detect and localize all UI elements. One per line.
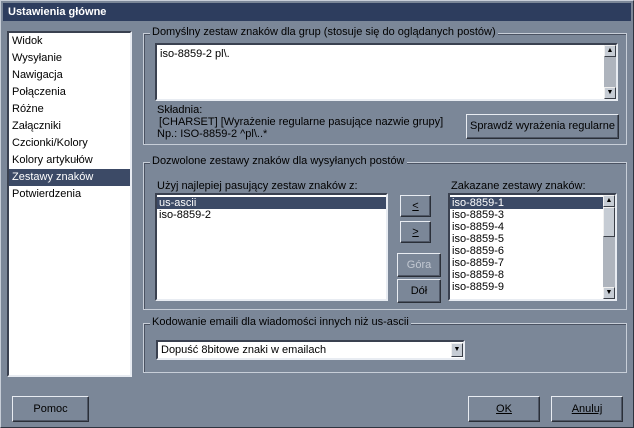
cancel-label: Anuluj (571, 403, 603, 415)
forbidden-charset-label: Zakazane zestawy znaków: (451, 180, 586, 192)
check-regex-button[interactable]: Sprawdź wyrażenia regularne (466, 114, 619, 139)
category-list[interactable]: Widok Wysyłanie Nawigacja Połączenia Różne Za… (7, 31, 132, 377)
sidebar-item[interactable]: Zestawy znaków (9, 169, 130, 186)
scroll-up-icon[interactable]: ▲ (603, 195, 615, 207)
list-item[interactable]: iso-8859-7 (450, 257, 603, 269)
move-right-button[interactable]: > (400, 221, 431, 243)
syntax-line-1: [CHARSET] [Wyrażenie regularne pasujące … (159, 116, 444, 128)
list-item[interactable]: iso-8859-2 (157, 209, 386, 221)
ok-label: OK (496, 403, 512, 415)
sidebar-item[interactable]: Kolory artykułów (9, 152, 130, 169)
default-charset-group-title: Domyślny zestaw znaków dla grup (stosuje… (150, 26, 498, 38)
list-item[interactable]: iso-8859-4 (450, 221, 603, 233)
up-button[interactable]: Góra (397, 253, 441, 277)
default-charset-value: iso-8859-2 pl\. (160, 48, 230, 60)
help-button[interactable]: Pomoc (12, 396, 89, 422)
syntax-title: Składnia: (157, 104, 203, 116)
email-encoding-group-title: Kodowanie emaili dla wiadomości innych n… (150, 316, 411, 328)
move-left-label: < (412, 200, 419, 212)
ok-button[interactable]: OK (468, 396, 540, 422)
sidebar-item[interactable]: Potwierdzenia (9, 186, 130, 203)
scroll-down-icon[interactable]: ▼ (604, 87, 616, 99)
sidebar-item[interactable]: Widok (9, 33, 130, 50)
scroll-up-icon[interactable]: ▲ (604, 45, 616, 57)
window-title: Ustawienia główne (3, 3, 631, 21)
sidebar-item[interactable]: Różne (9, 101, 130, 118)
default-charset-textarea[interactable]: iso-8859-2 pl\. ▲ ▼ (155, 43, 618, 101)
scroll-down-icon[interactable]: ▼ (603, 287, 615, 299)
forbidden-charset-list[interactable]: iso-8859-1 iso-8859-3 iso-8859-4 iso-8859-5… (448, 193, 617, 301)
forbidden-list-scrollbar[interactable]: ▲ ▼ (603, 195, 615, 299)
default-charset-scrollbar[interactable]: ▲ ▼ (604, 45, 616, 99)
email-encoding-selected: Dopuść 8bitowe znaki w emailach (161, 344, 327, 356)
email-encoding-select[interactable]: Dopuść 8bitowe znaki w emailach ▼ (156, 340, 465, 360)
sidebar-item[interactable]: Połączenia (9, 84, 130, 101)
move-left-button[interactable]: < (400, 195, 431, 217)
list-item[interactable]: iso-8859-9 (450, 281, 603, 293)
sidebar-item[interactable]: Czcionki/Kolory (9, 135, 130, 152)
cancel-button[interactable]: Anuluj (551, 396, 623, 422)
best-charset-label: Użyj najlepiej pasujący zestaw znaków z: (157, 180, 358, 192)
list-item[interactable]: iso-8859-3 (450, 209, 603, 221)
syntax-line-2: Np.: ISO-8859-2 ^pl\..* (157, 128, 268, 140)
chevron-down-icon[interactable]: ▼ (451, 343, 463, 357)
allowed-charsets-group-title: Dozwolone zestawy znaków dla wysyłanych … (150, 155, 407, 167)
list-item[interactable]: iso-8859-8 (450, 269, 603, 281)
best-charset-list[interactable]: us-ascii iso-8859-2 (155, 193, 388, 301)
settings-window: Ustawienia główne Widok Wysyłanie Nawigacj… (0, 0, 634, 428)
down-button[interactable]: Dół (397, 279, 441, 303)
move-right-label: > (412, 226, 419, 238)
sidebar-item[interactable]: Wysyłanie (9, 50, 130, 67)
list-item[interactable]: iso-8859-5 (450, 233, 603, 245)
list-item[interactable]: iso-8859-6 (450, 245, 603, 257)
sidebar-item[interactable]: Załączniki (9, 118, 130, 135)
sidebar-item[interactable]: Nawigacja (9, 67, 130, 84)
list-item[interactable]: iso-8859-1 (450, 197, 603, 209)
scroll-thumb[interactable] (603, 207, 615, 237)
list-item[interactable]: us-ascii (157, 197, 386, 209)
